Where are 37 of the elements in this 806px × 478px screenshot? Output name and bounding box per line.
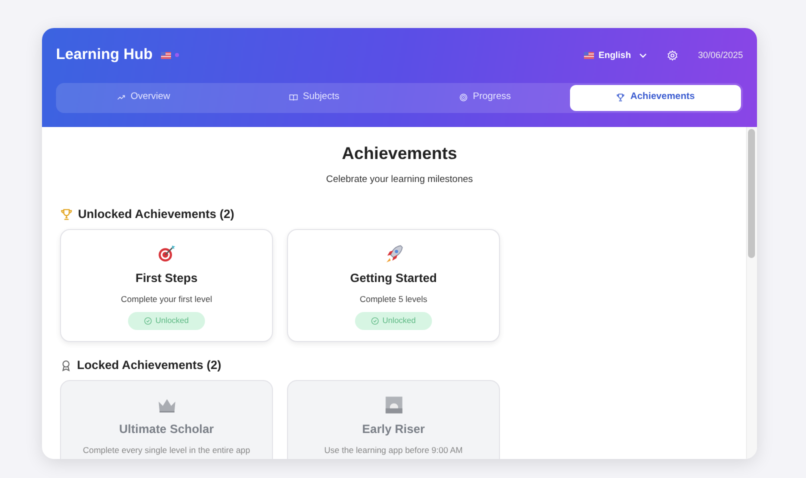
app-title: Learning Hub [56,45,153,65]
flag-icon [584,52,594,59]
chevron-down-icon [638,52,647,58]
achievement-title: First Steps [135,271,198,286]
settings-icon[interactable] [666,50,678,61]
achievement-title: Ultimate Scholar [119,422,214,437]
ribbon-icon [60,358,72,372]
check-circle-icon [371,317,380,326]
flag-icon [160,52,171,59]
tab[interactable]: Subjects [228,84,400,110]
check-circle-icon [144,317,152,326]
achievement-description: Complete every single level in the entire app [82,444,250,456]
trophy-icon [60,208,73,221]
achievement-title: Early Riser [362,422,425,437]
achievement-description: Complete your first level [120,292,212,306]
tab[interactable]: Overview [58,84,229,110]
target-drawing [156,244,176,264]
date-text: 30/06/2025 [698,48,743,62]
achievement-description: Complete 5 levels [360,292,428,306]
trend-icon [116,93,126,102]
tab[interactable]: Achievements [570,84,741,110]
unlocked-badge: Unlocked [128,312,205,330]
section-heading: Locked Achievements (2) [77,357,222,374]
book-icon [288,93,298,102]
section-heading: Unlocked Achievements (2) [78,206,234,224]
dot-icon [174,53,179,58]
language-dropdown[interactable]: English [584,48,647,62]
page-subtitle: Celebrate your learning milestones [325,173,474,187]
page-title: Achievements [340,142,458,164]
tab[interactable]: Progress [400,84,570,110]
scrollbar[interactable] [746,126,757,459]
sunrise-drawing [384,395,404,416]
unlocked-badge: Unlocked [355,312,432,330]
achievement-description: Use the learning app before 9:00 AM [324,444,463,456]
trophy-icon [616,93,626,102]
achievement-title: Getting Started [350,271,437,286]
target-icon [458,93,468,102]
